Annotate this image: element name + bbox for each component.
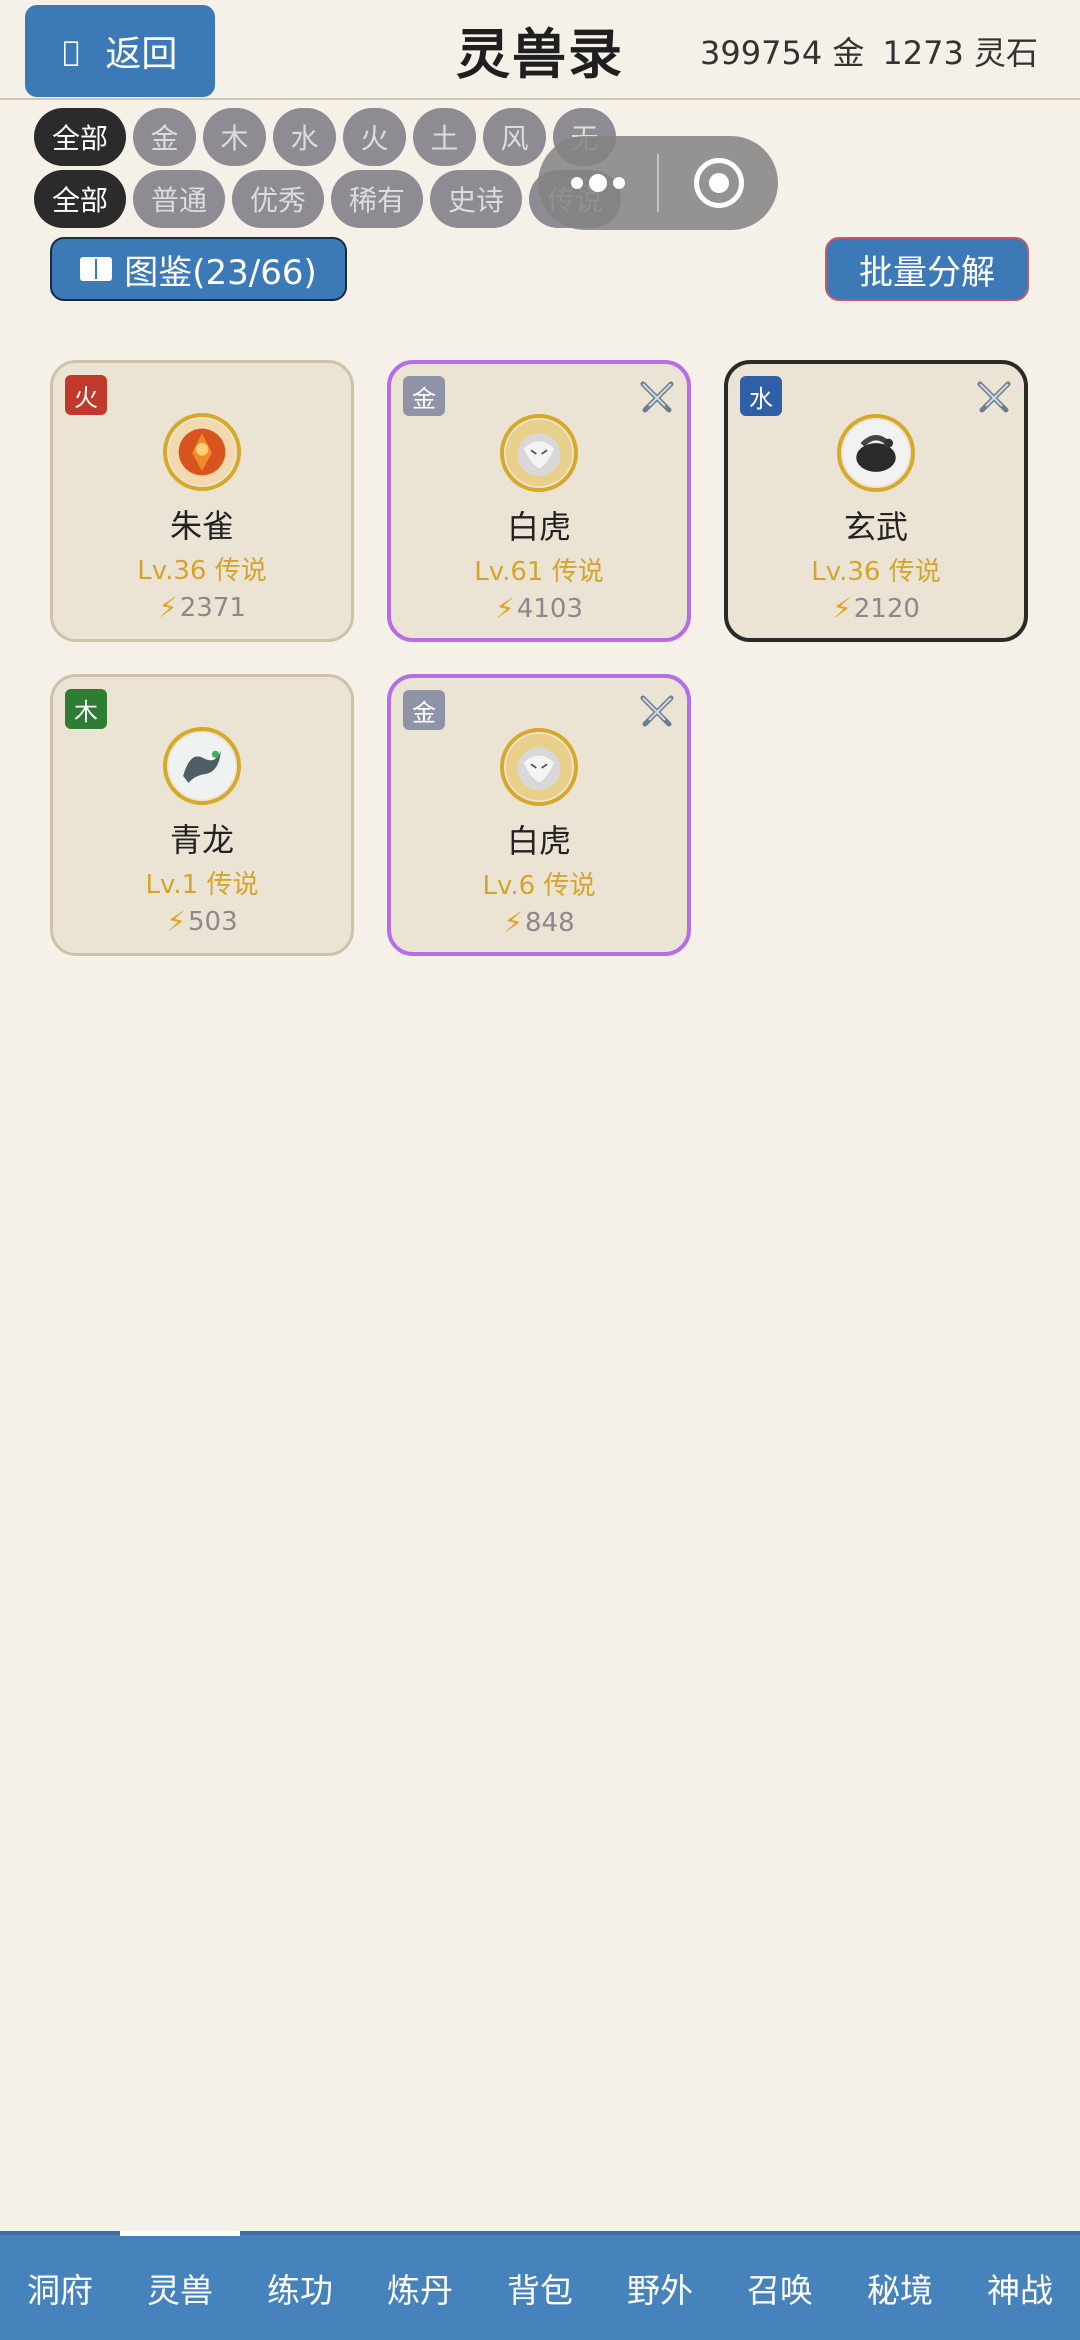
lightning-icon: ⚡ — [158, 591, 178, 624]
lightning-icon: ⚡ — [832, 592, 852, 625]
more-menu-button[interactable] — [538, 174, 657, 192]
filter-element-metal[interactable]: 金 — [133, 108, 196, 166]
book-icon — [80, 257, 113, 281]
element-badge: 金 — [403, 376, 445, 416]
black-tortoise-icon — [837, 414, 915, 492]
dot-icon — [588, 174, 607, 192]
nav-summon[interactable]: 召唤 — [720, 2235, 840, 2340]
handbook-label: 图鉴(23/66) — [124, 252, 317, 293]
beast-level: Lv.1 传说 — [145, 870, 259, 900]
nav-wild[interactable]: 野外 — [600, 2235, 720, 2340]
filter-element-earth[interactable]: 土 — [413, 108, 476, 166]
azure-dragon-icon — [163, 727, 241, 805]
beast-power: ⚡ 2120 — [728, 592, 1024, 625]
crossed-swords-icon — [977, 381, 1011, 413]
lightning-icon: ⚡ — [503, 906, 524, 939]
element-badge: 水 — [740, 376, 782, 416]
beast-level: Lv.36 传说 — [137, 556, 267, 586]
white-tiger-icon — [500, 728, 578, 806]
filter-rarity-common[interactable]: 普通 — [133, 170, 225, 228]
beast-card[interactable]: 火 朱雀 Lv.36 传说 ⚡ 2371 — [50, 360, 354, 642]
lightning-icon: ⚡ — [495, 592, 515, 625]
beast-level: Lv.6 传说 — [482, 871, 596, 901]
nav-training[interactable]: 练功 — [240, 2235, 360, 2340]
element-badge: 火 — [65, 375, 107, 415]
nav-backpack[interactable]: 背包 — [480, 2235, 600, 2340]
top-bar:  返回 灵兽录 399754 金 1273 灵石 — [0, 0, 1080, 100]
beast-card[interactable]: 金 白虎 Lv.61 传说 ⚡ 4103 — [387, 360, 691, 642]
filter-rarity-all[interactable]: 全部 — [34, 170, 126, 228]
crossed-swords-icon — [640, 695, 674, 727]
beast-name: 白虎 — [506, 822, 571, 860]
rarity-filter: 全部 普通 优秀 稀有 史诗 传说 — [34, 170, 621, 228]
beast-name: 青龙 — [169, 821, 234, 859]
crossed-swords-icon — [640, 381, 674, 413]
miniprogram-capsule — [538, 136, 778, 230]
bottom-nav: 洞府 灵兽 练功 炼丹 背包 野外 召唤 秘境 神战 — [0, 2231, 1080, 2340]
nav-spirit-beast[interactable]: 灵兽 — [120, 2231, 240, 2340]
target-icon — [693, 158, 744, 208]
beast-card[interactable]: 水 玄武 Lv.36 传说 ⚡ 2120 — [724, 360, 1028, 642]
filter-rarity-epic[interactable]: 史诗 — [430, 170, 522, 228]
nav-secret-realm[interactable]: 秘境 — [840, 2235, 960, 2340]
beast-level: Lv.61 传说 — [474, 557, 604, 587]
beast-card[interactable]: 木 青龙 Lv.1 传说 ⚡ 503 — [50, 674, 354, 956]
filter-element-all[interactable]: 全部 — [34, 108, 126, 166]
filter-element-wood[interactable]: 木 — [203, 108, 266, 166]
filter-element-fire[interactable]: 火 — [343, 108, 406, 166]
nav-divine-war[interactable]: 神战 — [960, 2235, 1080, 2340]
lightning-icon: ⚡ — [166, 905, 187, 938]
beast-name: 朱雀 — [169, 507, 234, 545]
close-miniprogram-button[interactable] — [659, 158, 778, 208]
beast-name: 白虎 — [506, 508, 571, 546]
filter-element-water[interactable]: 水 — [273, 108, 336, 166]
element-filter: 全部 金 木 水 火 土 风 无 — [34, 108, 616, 166]
beast-power: ⚡ 4103 — [391, 592, 687, 625]
nav-alchemy[interactable]: 炼丹 — [360, 2235, 480, 2340]
dot-icon — [570, 177, 583, 189]
beast-card[interactable]: 金 白虎 Lv.6 传说 ⚡ 848 — [387, 674, 691, 956]
beast-name: 玄武 — [843, 508, 908, 546]
nav-cave[interactable]: 洞府 — [0, 2235, 120, 2340]
white-tiger-icon — [500, 414, 578, 492]
dot-icon — [612, 177, 625, 189]
power-value: 4103 — [516, 593, 583, 624]
filter-element-wind[interactable]: 风 — [483, 108, 546, 166]
spirit-stone-amount: 1273 灵石 — [882, 34, 1038, 72]
power-value: 503 — [188, 906, 238, 937]
beast-level: Lv.36 传说 — [811, 557, 941, 587]
power-value: 2371 — [179, 592, 246, 623]
currency-display: 399754 金 1273 灵石 — [700, 28, 1038, 74]
filter-rarity-rare[interactable]: 稀有 — [331, 170, 423, 228]
element-badge: 木 — [65, 689, 107, 729]
vermilion-bird-icon — [163, 413, 241, 491]
gold-amount: 399754 金 — [700, 34, 865, 72]
filter-rarity-good[interactable]: 优秀 — [232, 170, 324, 228]
beast-power: ⚡ 848 — [391, 906, 687, 939]
handbook-button[interactable]: 图鉴(23/66) — [50, 237, 347, 301]
beast-power: ⚡ 2371 — [53, 591, 351, 624]
power-value: 848 — [525, 907, 575, 938]
batch-decompose-button[interactable]: 批量分解 — [825, 237, 1029, 301]
beast-power: ⚡ 503 — [53, 905, 351, 938]
power-value: 2120 — [853, 593, 920, 624]
element-badge: 金 — [403, 690, 445, 730]
